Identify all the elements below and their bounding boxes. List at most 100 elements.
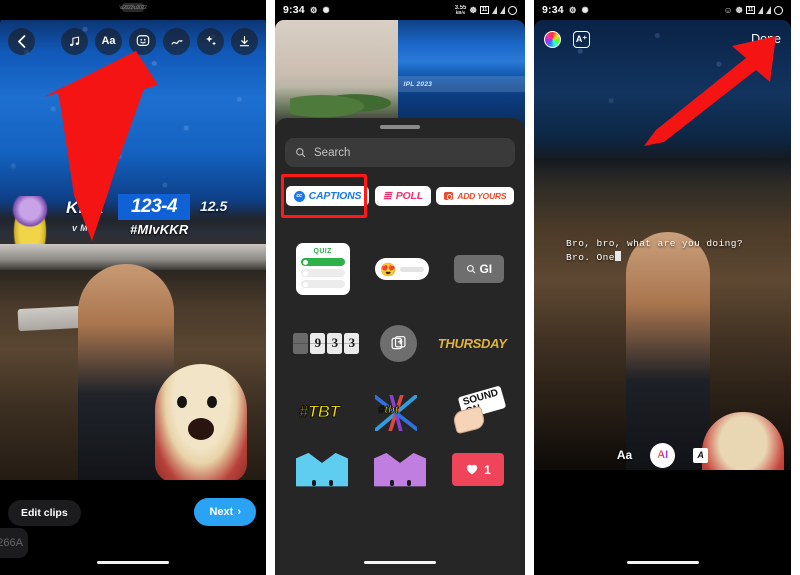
sheet-grabber[interactable] [380,125,420,129]
quiz-option-filled [300,258,345,266]
poll-icon: ≣ [382,189,392,202]
text-effect-icon[interactable]: A⁺ [573,30,590,48]
sticker-search-input[interactable]: Search [285,138,515,167]
back-button[interactable] [8,27,35,55]
cricket-scorebug: KKR v MI 123-4 12.5 #MIvKKR [0,192,266,254]
blue-heart-eye-right [329,480,333,486]
purple-heart-shape [374,453,426,499]
captions-sticker-label: CAPTIONS [308,190,362,202]
tbt-sticker[interactable]: #TBT [298,402,340,422]
purple-heart-eye-left [390,480,394,486]
signal-icon [492,6,497,14]
ai-button-label: AI [657,449,669,461]
purple-heart-eye-right [407,480,411,486]
draw-scribble-icon[interactable] [163,27,190,55]
countdown-sticker[interactable]: 9 3 3 [293,332,360,354]
signal-2-icon [500,6,505,14]
vpn-icon: ☸ [735,4,743,15]
edit-clips-button[interactable]: Edit clips [8,500,81,526]
tbt-burst-sticker[interactable]: #tbt [371,391,421,433]
cc-icon: cc [293,190,305,202]
gif-sticker[interactable]: GI [454,255,505,283]
data-rate-unit: kB/s [455,9,466,15]
like-count-value: 1 [484,462,491,477]
panel-sticker-tray: 9:34 ⚙ ✺ 3.55 kB/s ☸ 11 IPL 2023 Search … [275,0,525,575]
emoji-slider-sticker[interactable]: 😍 [374,258,429,280]
quiz-option-empty-1 [300,269,345,277]
heart-icon [466,464,478,475]
done-button[interactable]: Done [751,32,781,46]
add-photo-sticker[interactable] [380,324,418,362]
font-size-icon[interactable]: Aa [617,448,632,462]
sticker-smiley-icon[interactable] [129,27,156,55]
blue-heart-sticker[interactable] [296,453,348,499]
text-aa-icon[interactable]: Aa [95,27,122,55]
caption-text-value: Bro, bro, what are you doing? Bro. One [566,238,743,264]
thursday-sticker[interactable]: THURSDAY [438,336,507,351]
gif-sticker-label: GI [479,262,493,276]
signal-2-icon [766,6,771,14]
editor-toolbar: Aa [0,24,266,58]
music-note-icon[interactable] [61,27,88,55]
sticker-tray-sheet: Search cc CAPTIONS ≣ POLL ADD YOURS QUIZ… [275,118,525,575]
poll-sticker[interactable]: ≣ POLL [374,186,431,206]
plush-mouth [188,418,214,440]
caption-text-field[interactable]: Bro, bro, what are you doing? Bro. One [566,237,756,266]
effects-sparkle-icon[interactable] [197,27,224,55]
panel-gap-1 [266,0,275,575]
search-placeholder: Search [314,146,351,159]
preview-band-text: IPL 2023 [397,76,525,93]
purple-heart-sticker[interactable] [374,453,426,499]
gear-icon: ⚙ [568,4,577,15]
like-count-sticker[interactable]: 1 [452,453,504,486]
status-bar-panel3: 9:34 ⚙ ✺ ☺ ☸ 11 [534,0,791,20]
audio-chip[interactable]: \u266A [0,528,28,558]
add-photo-icon [391,335,406,349]
add-yours-sticker[interactable]: ADD YOURS [436,187,515,205]
sim-icon: 11 [746,6,755,14]
preview-left-frame [275,20,398,128]
captions-sticker[interactable]: cc CAPTIONS [285,186,370,206]
video-preview[interactable]: KKR v MI 123-4 12.5 #MIvKKR [0,14,266,480]
screenshot-board: \u2022\u2022 KKR v MI 123-4 12.5 #MIvKKR [0,0,800,575]
overs-value: 12.5 [200,198,228,214]
sticker-row-quinary: 1 [275,453,525,499]
emoji-icon: 😍 [379,261,397,277]
next-button-label: Next [209,506,234,518]
sticker-row-quaternary: #TBT #tbt SOUND ON [275,385,525,435]
blue-heart-eye-left [312,480,316,486]
search-icon [296,148,306,158]
add-yours-label: ADD YOURS [457,191,507,201]
plush-toy [155,364,247,480]
next-button[interactable]: Next › [194,498,256,526]
chevron-right-icon: › [237,506,241,518]
download-icon[interactable] [231,27,258,55]
quiz-sticker[interactable]: QUIZ [295,243,350,295]
story-preview[interactable]: IPL 2023 [275,20,525,128]
countdown-digit-0 [293,332,309,354]
versus-label: v MI [72,223,91,233]
search-icon [467,264,476,274]
battery-circle-icon [774,5,783,15]
preview-right-frame: IPL 2023 [397,20,525,128]
battery-circle-icon [508,5,517,15]
bluetooth-share-icon: ✺ [581,4,589,15]
caption-font-bar: Aa AI A [534,440,791,470]
status-time: 9:34 [283,4,305,16]
quiz-option-empty-2 [300,280,345,288]
caption-footer [534,470,791,575]
countdown-digit-2: 3 [327,332,343,354]
home-indicator-panel3 [626,560,699,564]
editor-footer: \u266A Edit clips Next › [0,480,266,575]
tbt-burst-label: #tbt [378,404,399,417]
color-wheel-icon[interactable] [544,30,561,48]
ai-button[interactable]: AI [650,442,676,468]
font-style-icon[interactable]: A [693,447,709,463]
blue-heart-shape [296,453,348,499]
status-time: 9:34 [542,4,564,16]
score-value: 123-4 [118,194,190,220]
team-name: KKR [66,198,105,217]
sound-on-sticker[interactable]: SOUND ON [451,385,507,435]
panel-caption-editor: 9:34 ⚙ ✺ ☺ ☸ 11 A⁺ Done Bro, bro, what a… [534,0,791,575]
match-hashtag: #MIvKKR [130,222,189,237]
